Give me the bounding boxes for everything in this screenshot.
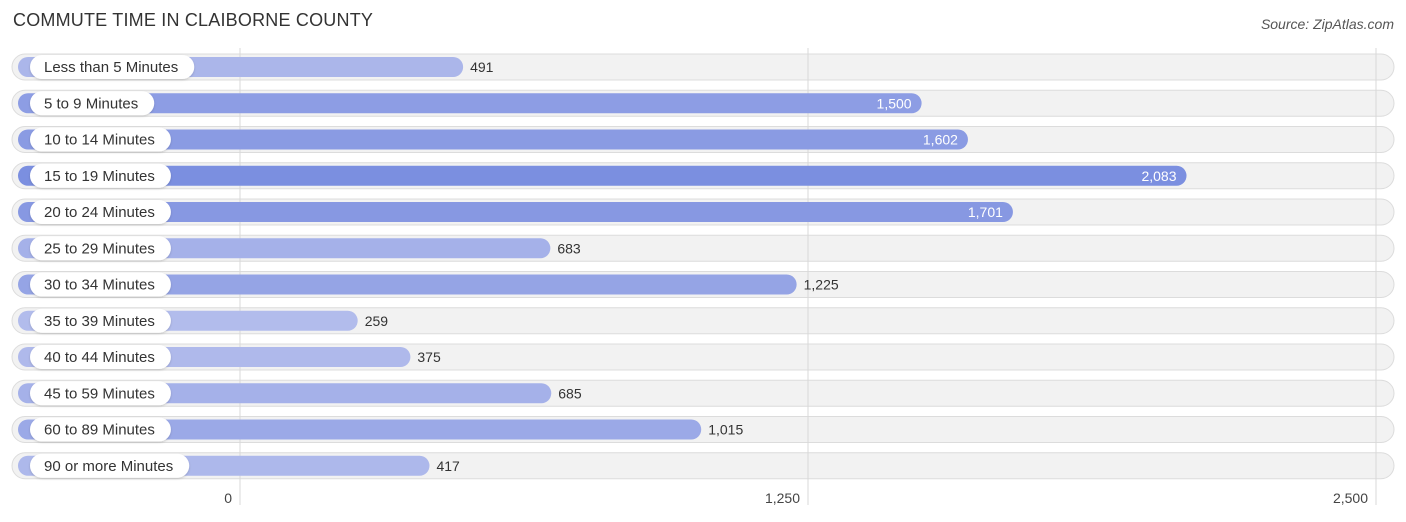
category-label: 15 to 19 Minutes bbox=[44, 168, 155, 185]
bar-group: 30 to 34 Minutes 1,225 bbox=[18, 272, 839, 297]
category-label: 45 to 59 Minutes bbox=[44, 385, 155, 402]
category-label: 30 to 34 Minutes bbox=[44, 277, 155, 294]
value-label: 685 bbox=[558, 385, 582, 401]
category-label: 25 to 29 Minutes bbox=[44, 240, 155, 257]
bar-group: 10 to 14 Minutes 1,602 bbox=[18, 127, 968, 152]
value-label: 683 bbox=[557, 240, 581, 256]
value-label: 1,225 bbox=[804, 277, 839, 293]
bar-group: 25 to 29 Minutes 683 bbox=[18, 236, 581, 261]
category-label: 35 to 39 Minutes bbox=[44, 313, 155, 330]
bar-group: 5 to 9 Minutes 1,500 bbox=[18, 91, 922, 116]
x-tick-label: 2,500 bbox=[1333, 490, 1368, 506]
value-label: 259 bbox=[365, 313, 389, 329]
value-label: 417 bbox=[436, 458, 460, 474]
bar-group: 45 to 59 Minutes 685 bbox=[18, 381, 582, 406]
bar-group: 60 to 89 Minutes 1,015 bbox=[18, 417, 743, 442]
bar-group: 15 to 19 Minutes 2,083 bbox=[18, 163, 1187, 188]
bar-chart: Less than 5 Minutes 491 5 to 9 Minutes 1,50… bbox=[11, 48, 1395, 506]
value-label: 491 bbox=[470, 59, 494, 75]
value-label: 1,701 bbox=[968, 204, 1003, 220]
value-label: 1,015 bbox=[708, 422, 743, 438]
category-label: 40 to 44 Minutes bbox=[44, 349, 155, 366]
category-label: 10 to 14 Minutes bbox=[44, 132, 155, 149]
value-label: 375 bbox=[417, 349, 441, 365]
category-label: 20 to 24 Minutes bbox=[44, 204, 155, 221]
bar-group: 90 or more Minutes 417 bbox=[18, 453, 460, 478]
bar-group: 20 to 24 Minutes 1,701 bbox=[18, 200, 1013, 224]
bar-group: 40 to 44 Minutes 375 bbox=[18, 345, 441, 369]
category-label: 5 to 9 Minutes bbox=[44, 95, 138, 112]
value-label: 1,500 bbox=[877, 95, 912, 111]
bar-group: 35 to 39 Minutes 259 bbox=[18, 308, 389, 333]
value-label: 1,602 bbox=[923, 132, 958, 148]
value-label: 2,083 bbox=[1141, 168, 1176, 184]
x-tick-label: 1,250 bbox=[765, 490, 800, 506]
x-tick-label: 0 bbox=[224, 490, 232, 506]
category-label: 60 to 89 Minutes bbox=[44, 422, 155, 439]
category-label: Less than 5 Minutes bbox=[44, 59, 178, 76]
bar bbox=[18, 165, 1187, 186]
category-label: 90 or more Minutes bbox=[44, 458, 173, 475]
bar-group: Less than 5 Minutes 491 bbox=[18, 55, 494, 79]
